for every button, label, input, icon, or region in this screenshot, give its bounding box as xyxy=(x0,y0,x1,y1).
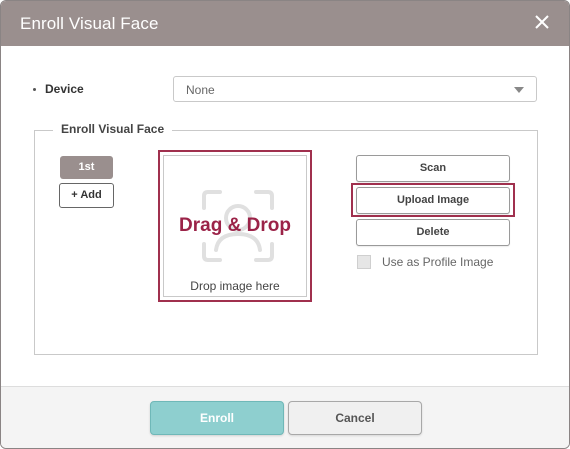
slot-tab-1st[interactable]: 1st xyxy=(60,156,113,179)
device-row: Device None xyxy=(1,76,569,104)
drop-zone-hint: Drop image here xyxy=(190,279,280,293)
dialog-titlebar: Enroll Visual Face xyxy=(1,1,569,46)
delete-button[interactable]: Delete xyxy=(356,219,510,246)
profile-image-checkbox-label[interactable]: Use as Profile Image xyxy=(382,255,493,269)
device-label: Device xyxy=(45,82,84,96)
drop-zone-inner: Drag & Drop Drop image here xyxy=(163,155,307,297)
drop-zone[interactable]: Drag & Drop Drop image here xyxy=(158,150,312,302)
device-select[interactable]: None xyxy=(173,76,537,102)
scan-button[interactable]: Scan xyxy=(356,155,510,182)
add-slot-button[interactable]: + Add xyxy=(59,183,114,208)
profile-image-checkbox[interactable] xyxy=(357,255,371,269)
cancel-button[interactable]: Cancel xyxy=(288,401,422,435)
enroll-visual-face-dialog: Enroll Visual Face Device None Enroll Vi… xyxy=(0,0,570,449)
dialog-title: Enroll Visual Face xyxy=(20,14,159,33)
drop-zone-title: Drag & Drop xyxy=(179,215,291,236)
enroll-fieldset-legend: Enroll Visual Face xyxy=(53,122,173,136)
enroll-button[interactable]: Enroll xyxy=(150,401,284,435)
close-icon[interactable] xyxy=(531,11,553,33)
bullet-icon xyxy=(33,88,36,91)
chevron-down-icon xyxy=(514,87,524,93)
upload-image-button[interactable]: Upload Image xyxy=(356,187,510,214)
device-select-value: None xyxy=(186,83,215,97)
dialog-footer xyxy=(1,387,569,448)
